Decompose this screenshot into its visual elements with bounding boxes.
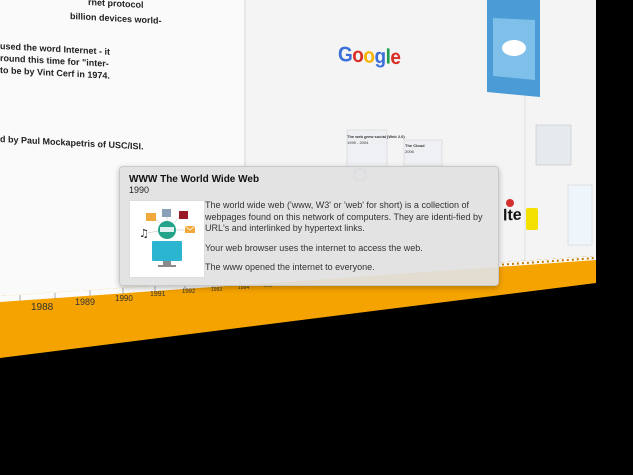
cloud-image	[487, 0, 540, 97]
timeline-year[interactable]: 1993	[211, 287, 222, 293]
thumbnail-caption: 1999 - 2004	[347, 140, 369, 145]
google-logo-letter: g	[374, 45, 386, 69]
timeline-year[interactable]: 1991	[150, 291, 166, 298]
timeline-year[interactable]: 1988	[31, 302, 53, 313]
timeline-viewport[interactable]: rnet protocol billion devices world- use…	[0, 0, 633, 475]
timeline-year[interactable]: 1992	[182, 289, 195, 295]
google-logo-letter: e	[390, 46, 401, 70]
music-icon: ♫	[139, 227, 149, 240]
google-logo-letter: o	[363, 44, 375, 69]
event-popup[interactable]: WWW The World Wide Web 1990 ♫ The world …	[119, 166, 499, 286]
popup-paragraph: The www opened the internet to everyone.	[205, 262, 375, 272]
window-icon	[162, 209, 171, 217]
app-icon	[506, 199, 514, 207]
thumbnail-caption: The Cloud	[405, 143, 425, 148]
snapchat-icon	[526, 208, 538, 230]
lte-logo: lte	[503, 206, 522, 225]
thumbnail-caption: 2006	[405, 149, 414, 154]
popup-year: 1990	[129, 185, 150, 195]
google-logo: Google	[338, 43, 400, 70]
google-logo-letter: G	[338, 43, 353, 68]
photo-icon	[179, 211, 188, 219]
popup-paragraph: Your web browser uses the internet to ac…	[205, 242, 423, 253]
popup-title: WWW The World Wide Web	[129, 174, 260, 185]
popup-body: The world wide web ('www, W3' or 'web' f…	[205, 200, 490, 282]
popup-paragraph: The world wide web ('www, W3' or 'web' f…	[205, 200, 483, 233]
timeline-year[interactable]: 1990	[115, 294, 133, 303]
google-logo-letter: o	[352, 44, 364, 68]
social-icons-thumbnail	[567, 184, 593, 246]
folder-icon	[146, 213, 156, 221]
thumbnail-caption: The web grew social (Web 2.0)	[347, 134, 405, 139]
monitor-icon	[152, 241, 182, 261]
timeline-year[interactable]: 1989	[75, 297, 95, 307]
news-thumbnail	[535, 124, 572, 166]
www-illustration: ♫	[129, 200, 205, 278]
